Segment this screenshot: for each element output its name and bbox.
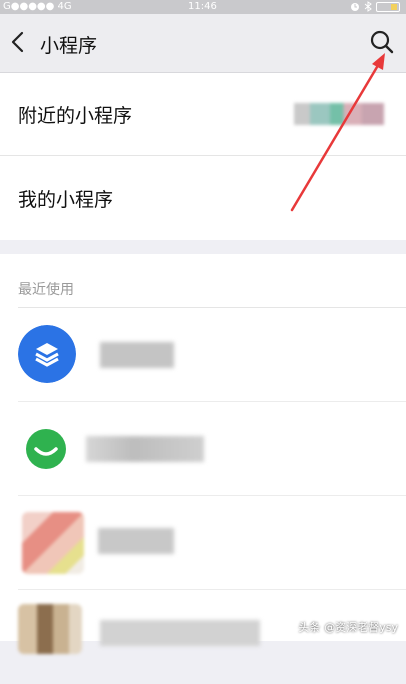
watermark-prefix: 头条 (298, 621, 321, 634)
recent-app-item[interactable] (0, 590, 406, 684)
recent-app-item[interactable] (0, 496, 406, 590)
blurred-preview (294, 103, 384, 125)
blurred-app-name (86, 436, 204, 462)
recent-app-item[interactable] (0, 308, 406, 402)
nav-bar: 小程序 (0, 14, 406, 73)
mine-label: 我的小程序 (18, 189, 114, 211)
nearby-mini-programs-row[interactable]: 附近的小程序 (0, 73, 406, 156)
mini-program-menu: 附近的小程序 我的小程序 (0, 73, 406, 240)
blurred-app-name (100, 620, 260, 646)
mosaic-icon (22, 512, 84, 574)
blurred-app-name (98, 528, 174, 554)
bluetooth-icon (364, 1, 372, 12)
recent-header: 最近使用 (18, 282, 74, 298)
recent-app-item[interactable] (0, 402, 406, 496)
search-icon[interactable] (368, 28, 396, 56)
blurred-app-name (100, 342, 174, 368)
battery-icon (376, 1, 400, 12)
watermark-handle: @资深老督ysy (324, 621, 398, 634)
status-icons (350, 1, 400, 12)
mosaic-icon (18, 604, 82, 654)
nearby-label: 附近的小程序 (18, 105, 133, 127)
smiley-chat-icon (26, 429, 66, 469)
my-mini-programs-row[interactable]: 我的小程序 (0, 157, 406, 240)
clock: 11:46 (188, 1, 217, 12)
alarm-icon (351, 2, 359, 11)
carrier-signal: G●●●●● 4G (3, 1, 72, 12)
chevron-left-icon[interactable] (8, 30, 28, 54)
stack-layers-icon (18, 325, 76, 383)
page-title: 小程序 (40, 35, 98, 57)
status-bar: G●●●●● 4G 11:46 (0, 0, 406, 14)
recent-section: 最近使用 (0, 254, 406, 654)
watermark: 头条 @资深老督ysy (298, 619, 398, 635)
